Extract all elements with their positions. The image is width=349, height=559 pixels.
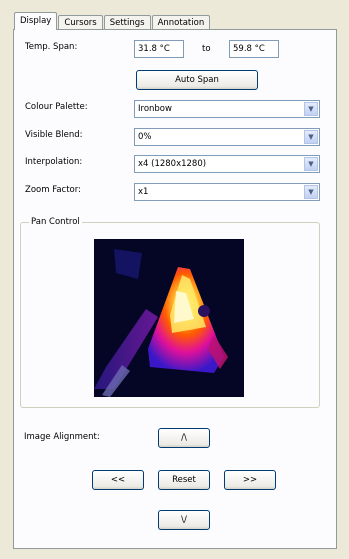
- colour-palette-label: Colour Palette:: [25, 102, 88, 112]
- zoom-factor-value: x1: [138, 187, 149, 197]
- visible-blend-label: Visible Blend:: [25, 130, 83, 140]
- align-left-button[interactable]: <<: [92, 470, 144, 490]
- chevron-down-icon[interactable]: ▼: [304, 102, 318, 116]
- colour-palette-value: Ironbow: [138, 104, 172, 114]
- interpolation-label: Interpolation:: [25, 157, 83, 167]
- thermal-image-graphic: [94, 239, 244, 397]
- visible-blend-value: 0%: [138, 132, 152, 142]
- tab-cursors[interactable]: Cursors: [58, 15, 103, 30]
- image-alignment-label: Image Alignment:: [24, 432, 100, 442]
- chevron-down-icon[interactable]: ▼: [304, 157, 318, 171]
- align-down-button[interactable]: \/: [158, 510, 210, 530]
- visible-blend-select[interactable]: 0% ▼: [134, 128, 320, 146]
- interpolation-select[interactable]: x4 (1280x1280) ▼: [134, 155, 320, 173]
- reset-button[interactable]: Reset: [158, 470, 210, 490]
- zoom-factor-label: Zoom Factor:: [25, 185, 81, 195]
- tab-display[interactable]: Display: [14, 12, 58, 30]
- auto-span-button[interactable]: Auto Span: [136, 70, 258, 90]
- pan-control-title: Pan Control: [29, 217, 82, 227]
- chevron-down-icon[interactable]: ▼: [304, 185, 318, 199]
- tab-settings[interactable]: Settings: [103, 15, 151, 30]
- zoom-factor-select[interactable]: x1 ▼: [134, 183, 320, 201]
- colour-palette-select[interactable]: Ironbow ▼: [134, 100, 320, 118]
- tab-strip: Display Cursors Settings Annotation: [14, 12, 211, 30]
- temp-span-max-field[interactable]: 59.8 °C: [229, 40, 279, 58]
- interpolation-value: x4 (1280x1280): [138, 159, 207, 169]
- temp-span-to-label: to: [202, 44, 211, 54]
- tab-annotation[interactable]: Annotation: [151, 15, 211, 30]
- temp-span-min-field[interactable]: 31.8 °C: [134, 40, 184, 58]
- temp-span-label: Temp. Span:: [25, 42, 78, 52]
- chevron-down-icon[interactable]: ▼: [304, 130, 318, 144]
- thermal-image[interactable]: [94, 239, 244, 397]
- align-right-button[interactable]: >>: [224, 470, 276, 490]
- align-up-button[interactable]: /\: [158, 428, 210, 448]
- pan-control-group: Pan Control: [20, 217, 320, 408]
